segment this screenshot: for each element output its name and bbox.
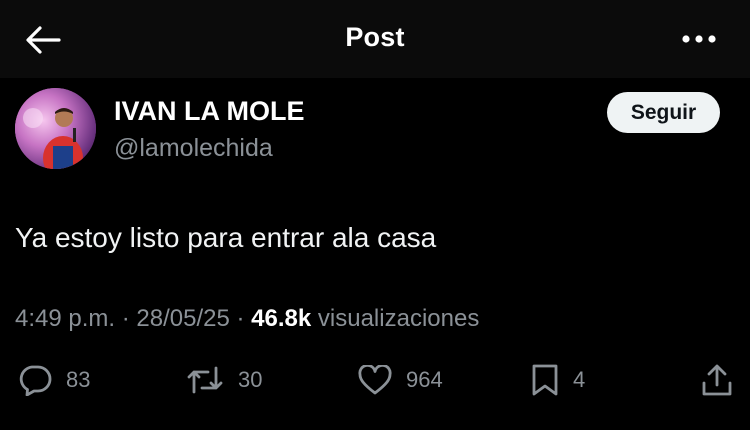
top-bar: Post: [0, 0, 750, 78]
author-name[interactable]: IVAN LA MOLE: [114, 96, 305, 127]
heart-icon: [358, 365, 392, 395]
reply-icon: [19, 365, 52, 396]
post-date[interactable]: 28/05/25: [136, 305, 229, 332]
more-options-button[interactable]: [678, 24, 720, 54]
views-count: 46.8k: [251, 305, 312, 332]
meta-separator: ·: [236, 305, 245, 332]
repost-button[interactable]: 30: [186, 358, 262, 402]
bookmark-button[interactable]: 4: [531, 358, 585, 402]
avatar[interactable]: [15, 88, 96, 169]
reply-count: 83: [66, 367, 91, 392]
repost-count: 30: [238, 367, 263, 392]
avatar-image: [15, 88, 96, 169]
author-handle[interactable]: @lamolechida: [114, 134, 273, 163]
views-label: visualizaciones: [317, 305, 480, 332]
more-horizontal-icon: [682, 35, 716, 43]
post-time[interactable]: 4:49 p.m.: [15, 305, 115, 332]
follow-button[interactable]: Seguir: [607, 92, 720, 133]
page-title: Post: [345, 22, 405, 52]
meta-separator: ·: [121, 305, 130, 332]
reply-button[interactable]: 83: [18, 358, 90, 402]
action-bar: 83 30 964 4: [0, 358, 750, 402]
post-meta: 4:49 p.m. · 28/05/25 · 46.8k visualizaci…: [15, 305, 479, 333]
share-icon: [702, 364, 732, 396]
post-page: Post IVAN LA MOLE @lamolechida Seguir Ya…: [0, 0, 750, 430]
bookmark-count: 4: [573, 367, 586, 392]
share-button[interactable]: [701, 358, 733, 402]
repost-icon: [187, 366, 223, 394]
like-count: 964: [406, 367, 443, 392]
like-button[interactable]: 964: [358, 358, 443, 402]
bookmark-icon: [532, 364, 558, 396]
post-text: Ya estoy listo para entrar ala casa: [15, 222, 437, 253]
